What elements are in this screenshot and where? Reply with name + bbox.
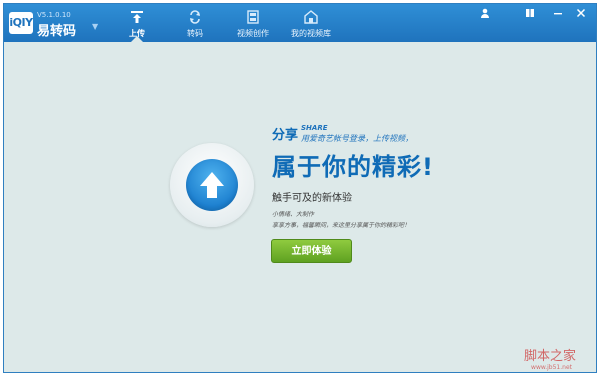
upload-arrow-icon xyxy=(200,172,224,198)
tab-label: 我的视频库 xyxy=(291,29,331,38)
share-heading: 分享 xyxy=(272,128,299,143)
app-window: iQIY V5.1.0.10 易转码 ▼ 上传 转码 视频创作 我的视频库 分享… xyxy=(3,3,597,373)
note-line-2: 享享方事，福馨瞬间，来这里分享属于你的精彩吧！ xyxy=(272,222,411,229)
tagline: 触手可及的新体验 xyxy=(272,193,352,204)
try-now-button[interactable]: 立即体验 xyxy=(271,239,352,263)
minimize-icon[interactable] xyxy=(549,8,567,22)
upload-circle[interactable] xyxy=(170,143,254,227)
user-icon[interactable] xyxy=(476,8,494,22)
iqiyi-logo: iQIY xyxy=(9,12,33,34)
app-name: 易转码 xyxy=(37,24,77,39)
watermark-url: www.jb51.net xyxy=(531,364,572,371)
upload-panel: 分享 SHARE 用爱奇艺帐号登录，上传视频， 属于你的精彩! 触手可及的新体验… xyxy=(4,42,596,372)
tab-my-library[interactable]: 我的视频库 xyxy=(282,4,340,42)
title-bar: iQIY V5.1.0.10 易转码 ▼ 上传 转码 视频创作 我的视频库 xyxy=(4,4,596,42)
tab-convert[interactable]: 转码 xyxy=(166,4,224,42)
home-icon xyxy=(282,10,340,24)
tab-label: 视频创作 xyxy=(237,29,269,38)
tab-upload[interactable]: 上传 xyxy=(108,4,166,42)
convert-icon xyxy=(166,10,224,24)
watermark: 脚本之家 xyxy=(523,349,576,364)
tab-video-create[interactable]: 视频创作 xyxy=(224,4,282,42)
chevron-down-icon[interactable]: ▼ xyxy=(92,22,98,31)
share-en-label: SHARE xyxy=(301,124,328,132)
skin-icon[interactable] xyxy=(521,8,539,22)
upload-tab-icon xyxy=(108,10,166,24)
close-icon[interactable] xyxy=(572,8,590,22)
app-logo: iQIY V5.1.0.10 易转码 ▼ xyxy=(9,9,99,39)
login-hint: 用爱奇艺帐号登录，上传视频， xyxy=(301,134,413,143)
tab-label: 上传 xyxy=(129,29,145,38)
upload-button[interactable] xyxy=(186,159,238,211)
tab-label: 转码 xyxy=(187,29,203,38)
main-slogan: 属于你的精彩! xyxy=(272,153,434,181)
film-icon xyxy=(224,10,282,24)
note-line-1: 小情绪、大制作 xyxy=(272,211,315,218)
main-tabs: 上传 转码 视频创作 我的视频库 xyxy=(108,4,340,42)
app-version: V5.1.0.10 xyxy=(37,11,71,19)
